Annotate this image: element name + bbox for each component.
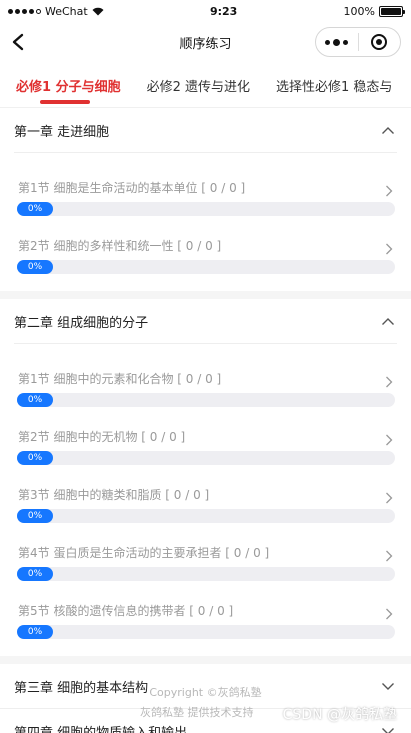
status-left: WeChat bbox=[8, 5, 104, 18]
section-item[interactable]: 第3节 细胞中的糖类和脂质 [ 0 / 0 ] 0% bbox=[0, 476, 411, 534]
progress-fill: 0% bbox=[17, 509, 53, 523]
section-item[interactable]: 第1节 细胞是生命活动的基本单位 [ 0 / 0 ] 0% bbox=[0, 169, 411, 227]
chevron-right-icon bbox=[385, 605, 395, 619]
wifi-icon bbox=[92, 7, 104, 15]
status-right: 100% bbox=[343, 4, 405, 18]
progress-fill: 0% bbox=[17, 260, 53, 274]
chevron-right-icon bbox=[385, 547, 395, 561]
watermark-text: CSDN @灰鸽私塾 bbox=[282, 707, 397, 723]
support-text: 灰鸽私塾 提供技术支持 bbox=[140, 706, 254, 719]
more-button[interactable] bbox=[316, 28, 358, 56]
tab-1[interactable]: 必修1 分子与细胞 bbox=[16, 76, 121, 104]
page-title: 顺序练习 bbox=[179, 36, 232, 52]
carrier-name: WeChat bbox=[45, 4, 88, 18]
progress-bar: 0% bbox=[17, 625, 395, 639]
tab-label: 必修1 分子与细胞 bbox=[16, 80, 121, 95]
section-item[interactable]: 第1节 细胞中的元素和化合物 [ 0 / 0 ] 0% bbox=[0, 360, 411, 418]
section-title: 第1节 细胞是生命活动的基本单位 [ 0 / 0 ] bbox=[18, 181, 246, 195]
chevron-up-icon[interactable] bbox=[381, 314, 395, 328]
close-miniprogram-button[interactable] bbox=[359, 28, 401, 56]
progress-bar: 0% bbox=[17, 393, 395, 407]
progress-bar: 0% bbox=[17, 451, 395, 465]
mini-program-capsule bbox=[315, 27, 401, 57]
back-arrow-icon[interactable] bbox=[6, 30, 30, 54]
chevron-up-icon[interactable] bbox=[381, 123, 395, 137]
section-title: 第3节 细胞中的糖类和脂质 [ 0 / 0 ] bbox=[18, 488, 210, 502]
subject-tabs: 必修1 分子与细胞 必修2 遗传与进化 选择性必修1 稳态与 bbox=[0, 62, 411, 108]
chapter: 第二章 组成细胞的分子 第1节 细胞中的元素和化合物 [ 0 / 0 ] 0% 第2节… bbox=[0, 299, 411, 664]
progress-bar: 0% bbox=[17, 509, 395, 523]
section-title: 第2节 细胞中的无机物 [ 0 / 0 ] bbox=[18, 430, 186, 444]
section-item[interactable]: 第2节 细胞中的无机物 [ 0 / 0 ] 0% bbox=[0, 418, 411, 476]
signal-icon bbox=[8, 8, 41, 14]
chapter-list: 第一章 走进细胞 第1节 细胞是生命活动的基本单位 [ 0 / 0 ] 0% 第2节 … bbox=[0, 108, 411, 733]
status-bar: WeChat 9:23 100% bbox=[0, 0, 411, 22]
chapter-header[interactable]: 第二章 组成细胞的分子 bbox=[0, 299, 411, 343]
chapter-title: 第一章 走进细胞 bbox=[14, 124, 110, 140]
section-list: 第1节 细胞中的元素和化合物 [ 0 / 0 ] 0% 第2节 细胞中的无机物 [ … bbox=[0, 344, 411, 656]
chapter-title: 第四章 细胞的物质输入和输出 bbox=[14, 725, 188, 733]
battery-icon bbox=[378, 5, 405, 17]
active-tab-indicator bbox=[40, 100, 90, 104]
progress-fill: 0% bbox=[17, 451, 53, 465]
progress-bar: 0% bbox=[17, 202, 395, 216]
section-item[interactable]: 第5节 核酸的遗传信息的携带者 [ 0 / 0 ] 0% bbox=[0, 592, 411, 650]
tab-2[interactable]: 必修2 遗传与进化 bbox=[147, 76, 250, 95]
section-title: 第5节 核酸的遗传信息的携带者 [ 0 / 0 ] bbox=[18, 604, 234, 618]
progress-bar: 0% bbox=[17, 260, 395, 274]
section-title: 第1节 细胞中的元素和化合物 [ 0 / 0 ] bbox=[18, 372, 222, 386]
chevron-right-icon bbox=[385, 489, 395, 503]
status-time: 9:23 bbox=[209, 4, 238, 18]
chapter-header[interactable]: 第一章 走进细胞 bbox=[0, 108, 411, 152]
nav-bar: 顺序练习 bbox=[0, 22, 411, 62]
target-close-icon bbox=[371, 34, 388, 50]
tab-label: 必修2 遗传与进化 bbox=[146, 80, 250, 95]
progress-fill: 0% bbox=[17, 625, 53, 639]
section-list: 第1节 细胞是生命活动的基本单位 [ 0 / 0 ] 0% 第2节 细胞的多样性和统… bbox=[0, 153, 411, 291]
progress-fill: 0% bbox=[17, 202, 53, 216]
chevron-right-icon bbox=[385, 240, 395, 254]
tab-3[interactable]: 选择性必修1 稳态与 bbox=[276, 76, 392, 95]
chevron-right-icon bbox=[385, 431, 395, 445]
section-title: 第4节 蛋白质是生命活动的主要承担者 [ 0 / 0 ] bbox=[18, 546, 270, 560]
section-item[interactable]: 第4节 蛋白质是生命活动的主要承担者 [ 0 / 0 ] 0% bbox=[0, 534, 411, 592]
tab-label: 选择性必修1 稳态与 bbox=[275, 80, 393, 95]
chapter: 第一章 走进细胞 第1节 细胞是生命活动的基本单位 [ 0 / 0 ] 0% 第2节 … bbox=[0, 108, 411, 299]
more-dots-icon bbox=[325, 38, 349, 46]
progress-fill: 0% bbox=[17, 393, 53, 407]
chevron-right-icon bbox=[385, 373, 395, 387]
progress-fill: 0% bbox=[17, 567, 53, 581]
chapter-title: 第二章 组成细胞的分子 bbox=[14, 315, 149, 331]
chevron-right-icon bbox=[385, 182, 395, 196]
progress-bar: 0% bbox=[17, 567, 395, 581]
section-item[interactable]: 第2节 细胞的多样性和统一性 [ 0 / 0 ] 0% bbox=[0, 227, 411, 285]
chevron-down-icon[interactable] bbox=[381, 724, 395, 733]
battery-percent: 100% bbox=[343, 4, 375, 18]
copyright-text: Copyright ©灰鸽私塾 bbox=[149, 686, 262, 699]
section-title: 第2节 细胞的多样性和统一性 [ 0 / 0 ] bbox=[18, 239, 222, 253]
